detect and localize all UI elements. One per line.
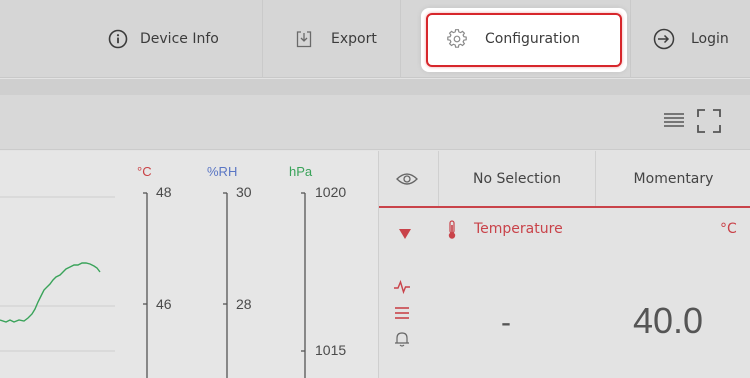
momentary-value: 40.0 [633,300,704,341]
sensor-label-temperature[interactable]: Temperature [474,221,563,237]
pressure-trace-line [0,262,101,323]
sensor-panel: No Selection Momentary Temperature °C - … [378,151,750,378]
bell-icon[interactable] [389,328,415,350]
temp-tick-label: 48 [156,184,172,200]
menu-icon[interactable] [663,111,685,129]
nav-separator [630,0,631,78]
export-button[interactable]: Export [296,0,377,78]
sensor-unit: °C [720,221,737,237]
gear-icon [447,29,467,49]
login-label: Login [691,31,729,47]
pressure-tick-label: 1020 [315,184,347,200]
export-icon [296,30,312,48]
humidity-unit-label: %RH [207,164,238,179]
temp-unit-label: °C [137,164,152,179]
list-icon[interactable] [389,302,415,324]
info-icon [108,29,128,49]
header-no-selection[interactable]: No Selection [439,151,595,206]
chart-toolbar [0,95,750,150]
header-momentary[interactable]: Momentary [596,151,750,206]
humidity-tick-label: 28 [236,296,252,312]
login-button[interactable]: Login [653,0,729,78]
thermometer-icon [447,220,457,244]
device-info-button[interactable]: Device Info [108,0,219,78]
export-label: Export [331,31,377,47]
pressure-unit-label: hPa [289,164,313,179]
visibility-eye-icon[interactable] [379,151,434,206]
nav-separator [400,0,401,78]
configuration-label: Configuration [485,31,580,47]
device-info-label: Device Info [140,31,219,47]
top-navigation: Device Info Export Login [0,0,750,78]
nav-separator [262,0,263,78]
separator-strip [0,79,750,95]
configuration-button[interactable]: Configuration [447,0,580,78]
chart-area[interactable]: °C %RH hPa 48 46 30 28 1020 1015 [0,151,378,378]
temp-tick-label: 46 [156,296,172,312]
selection-value: - [501,306,511,339]
humidity-tick-label: 30 [236,184,252,200]
login-icon [653,28,675,50]
collapse-triangle-icon[interactable] [399,224,411,243]
fullscreen-icon[interactable] [696,108,722,134]
pulse-chart-icon[interactable] [389,276,415,298]
header-underline [379,206,750,208]
pressure-tick-label: 1015 [315,342,347,358]
